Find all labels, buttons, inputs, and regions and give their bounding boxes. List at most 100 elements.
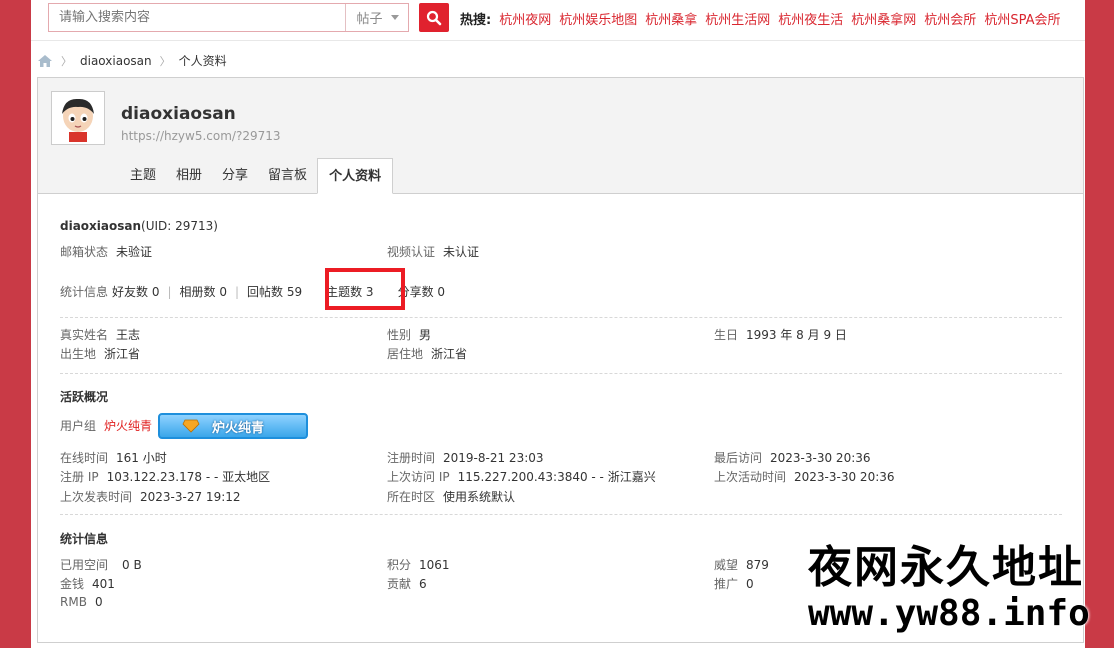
chevron-down-icon [390,15,399,20]
space-value: 0 B [122,558,142,572]
watermark-line2: www.yw88.info [808,593,1090,634]
hot-search-label: 热搜: [460,13,492,28]
hot-link[interactable]: 杭州夜网 [499,9,551,28]
uid-line: diaoxiaosan(UID: 29713) [60,219,218,233]
birthplace-value: 浙江省 [104,347,141,361]
online-value: 161 小时 [116,451,167,465]
section-divider [60,373,1062,374]
timezone-field: 所在时区 使用系统默认 [387,488,515,505]
breadcrumb: 〉 diaoxiaosan 〉 个人资料 [37,52,227,69]
regtime-field: 注册时间 2019-8-21 23:03 [387,449,544,466]
birthplace-label: 出生地 [60,347,97,361]
regip-label: 注册 IP [60,470,99,484]
usergroup-label: 用户组 [60,418,97,433]
lastpost-value: 2023-3-27 19:12 [140,490,241,504]
lastip-label: 上次访问 IP [387,470,450,484]
email-label: 邮箱状态 [60,245,109,259]
hot-link[interactable]: 杭州娱乐地图 [559,9,637,28]
search-icon [426,10,442,25]
tab-shares[interactable]: 分享 [212,158,258,193]
lastvisit-field: 最后访问 2023-3-30 20:36 [714,449,871,466]
regip-value: 103.122.23.178 - - 亚太地区 [106,470,271,484]
space-label: 已用空间 [60,558,109,572]
money-field: 金钱 401 [60,575,115,592]
usergroup-name[interactable]: 炉火纯青 [104,419,152,433]
rmb-value: 0 [94,595,103,609]
stat-replies[interactable]: 回帖数 59 [247,283,302,300]
watermark-line1: 夜网永久地址 [808,542,1084,593]
rmb-label: RMB [60,595,87,609]
lastvisit-label: 最后访问 [714,451,763,465]
contrib-field: 贡献 6 [387,575,427,592]
tab-profile[interactable]: 个人资料 [317,158,394,194]
profile-username: diaoxiaosan [121,104,236,124]
residence-value: 浙江省 [431,347,468,361]
search-button[interactable] [419,3,449,32]
lastactive-value: 2023-3-30 20:36 [794,470,895,484]
promo-field: 推广 0 [714,575,754,592]
search-input[interactable] [49,4,344,31]
gender-value: 男 [419,328,432,342]
uid-username: diaoxiaosan [60,219,142,233]
tab-topics[interactable]: 主题 [120,158,166,193]
lastactive-field: 上次活动时间 2023-3-30 20:36 [714,468,895,485]
stat-albums[interactable]: 相册数 0 [180,283,227,300]
profile-tabs: 主题 相册 分享 留言板 个人资料 [120,158,394,194]
email-status: 邮箱状态 未验证 [60,243,152,260]
statsinfo-title: 统计信息 [60,532,109,546]
search-box: 帖子 [48,3,409,32]
email-value: 未验证 [116,245,153,259]
avatar[interactable] [51,91,105,145]
points-label: 积分 [387,558,412,572]
video-status: 视频认证 未认证 [387,243,479,260]
activity-title: 活跃概况 [60,390,109,404]
search-type-value: 帖子 [356,12,383,27]
hot-link[interactable]: 杭州会所 [924,9,976,28]
usergroup-field: 用户组 炉火纯青 炉火纯青 [60,413,309,439]
lastactive-label: 上次活动时间 [714,470,787,484]
video-label: 视频认证 [387,245,436,259]
hot-link[interactable]: 杭州桑拿网 [851,9,916,28]
lastvisit-value: 2023-3-30 20:36 [770,451,871,465]
prestige-field: 威望 879 [714,556,769,573]
tab-albums[interactable]: 相册 [166,158,212,193]
usergroup-badge: 炉火纯青 [158,413,309,439]
birthday-field: 生日 1993 年 8 月 9 日 [714,326,847,343]
birthplace-field: 出生地 浙江省 [60,345,140,362]
avatar-image [54,94,102,142]
hot-link[interactable]: 杭州SPA会所 [984,9,1060,28]
space-field: 已用空间 0 B [60,556,142,573]
search-type-select[interactable]: 帖子 [345,4,409,31]
highlight-box [325,268,405,310]
residence-field: 居住地 浙江省 [387,345,467,362]
points-field: 积分 1061 [387,556,450,573]
rmb-field: RMB 0 [60,595,103,609]
timezone-value: 使用系统默认 [443,490,516,504]
breadcrumb-user[interactable]: diaoxiaosan [80,54,152,68]
online-field: 在线时间 161 小时 [60,449,167,466]
hot-link[interactable]: 杭州桑拿 [645,9,697,28]
lastpost-field: 上次发表时间 2023-3-27 19:12 [60,488,241,505]
lastpost-label: 上次发表时间 [60,490,133,504]
header-divider [31,40,1085,41]
timezone-label: 所在时区 [387,490,436,504]
stat-friends[interactable]: 好友数 0 [112,283,159,300]
contrib-label: 贡献 [387,577,412,591]
section-divider [60,317,1062,318]
tab-guestbook[interactable]: 留言板 [258,158,317,193]
promo-value: 0 [746,577,754,591]
usergroup-badge-text: 炉火纯青 [212,420,265,436]
promo-label: 推广 [714,577,739,591]
hot-link[interactable]: 杭州生活网 [705,9,770,28]
gender-label: 性别 [387,328,412,342]
profile-url[interactable]: https://hzyw5.com/?29713 [121,129,281,143]
hot-link[interactable]: 杭州夜生活 [778,9,843,28]
profile-header: diaoxiaosan https://hzyw5.com/?29713 主题 … [38,78,1083,194]
video-value: 未认证 [443,245,480,259]
stats-label: 统计信息 [60,285,109,299]
regtime-label: 注册时间 [387,451,436,465]
home-icon[interactable] [37,54,53,68]
online-label: 在线时间 [60,451,109,465]
money-label: 金钱 [60,577,85,591]
diamond-icon [182,419,200,433]
